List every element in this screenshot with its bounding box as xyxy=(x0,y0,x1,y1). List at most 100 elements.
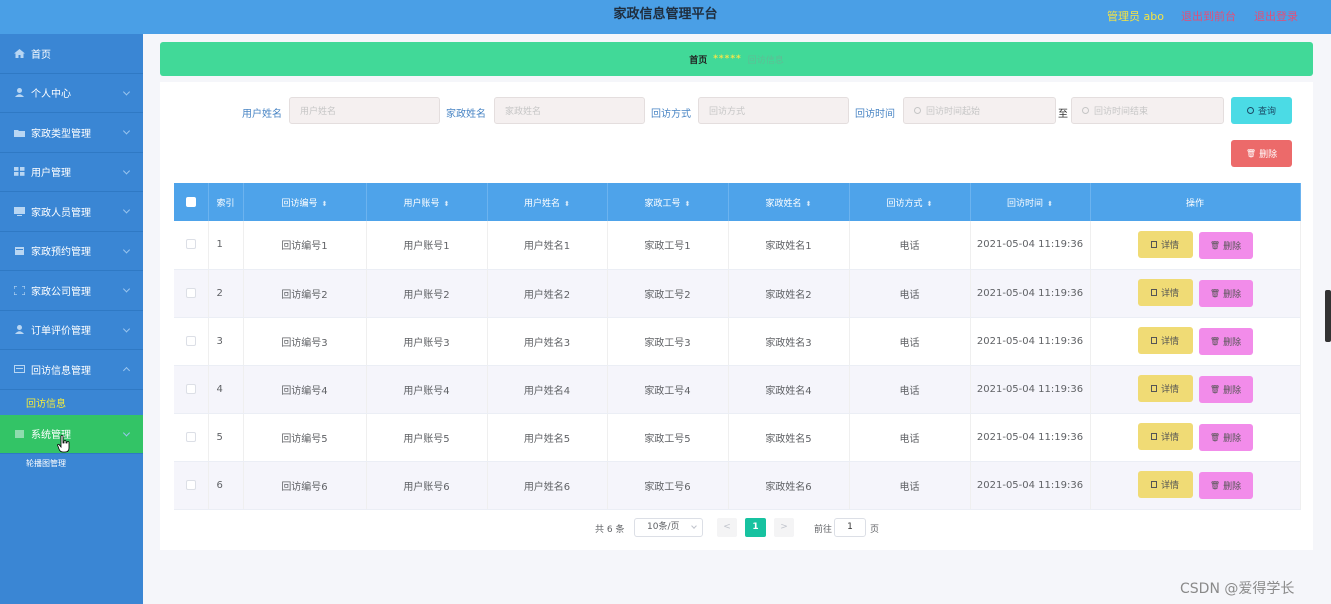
sort-icon[interactable]: ⬍ xyxy=(685,200,691,208)
trash-icon: 🗑 xyxy=(1209,289,1221,298)
delete-label: 删除 xyxy=(1223,241,1242,252)
prev-page-button[interactable]: < xyxy=(717,518,737,537)
delete-button[interactable]: 🗑 删除 xyxy=(1198,424,1253,451)
delete-button[interactable]: 🗑 删除 xyxy=(1198,231,1253,259)
delete-button[interactable]: 🗑 删除 xyxy=(1198,328,1253,355)
batch-delete-button[interactable]: 🗑 删除 xyxy=(1231,140,1292,167)
col-user-account[interactable]: 用户账号 ⬍ xyxy=(366,183,488,221)
cell-user-account: 用户账号3 xyxy=(366,317,488,366)
visit-table: 索引 回访编号 ⬍ 用户账号 ⬍ 用户姓名 ⬍ 家政工号 ⬍ 家政姓名 ⬍ 回访方式 ⬍ 回… xyxy=(174,183,1301,510)
sidebar-item-users[interactable]: 用户管理 xyxy=(0,153,143,192)
method-input[interactable]: 回访方式 xyxy=(698,97,849,124)
row-select-cell[interactable] xyxy=(174,413,209,462)
page-number-current[interactable]: 1 xyxy=(745,518,766,537)
sidebar-item-label: 个人中心 xyxy=(31,89,71,101)
row-checkbox[interactable] xyxy=(185,479,196,490)
detail-button[interactable]: 详情 xyxy=(1137,375,1193,402)
sidebar-subitem-carousel[interactable]: 轮播图管理 xyxy=(0,454,143,468)
row-checkbox[interactable] xyxy=(185,287,196,298)
select-all-checkbox[interactable] xyxy=(185,196,196,207)
back-to-front-link[interactable]: 退出到前台 xyxy=(1181,8,1236,24)
cell-time: 2021-05-04 11:19:36 xyxy=(970,317,1091,366)
delete-button[interactable]: 🗑 删除 xyxy=(1198,472,1253,499)
row-select-cell[interactable] xyxy=(174,461,209,510)
col-time[interactable]: 回访时间 ⬍ xyxy=(970,183,1091,221)
chevron-down-icon xyxy=(122,325,131,333)
cell-time: 2021-05-04 11:19:36 xyxy=(970,365,1091,414)
detail-button[interactable]: 详情 xyxy=(1137,279,1193,306)
sidebar-item-visit-info[interactable]: 回访信息管理 xyxy=(0,350,143,390)
sort-icon[interactable]: ⬍ xyxy=(444,200,450,208)
sidebar-item-jz-booking[interactable]: 家政预约管理 xyxy=(0,232,143,271)
col-method[interactable]: 回访方式 ⬍ xyxy=(849,183,971,221)
detail-button[interactable]: 详情 xyxy=(1137,423,1193,450)
sidebar-item-jz-staff[interactable]: 家政人员管理 xyxy=(0,192,143,232)
sidebar-item-jz-type[interactable]: 家政类型管理 xyxy=(0,113,143,153)
cell-user-account: 用户账号2 xyxy=(366,269,488,318)
search-button-label: 查询 xyxy=(1257,107,1276,117)
page-unit-label: 页 xyxy=(870,525,880,535)
col-jz-no[interactable]: 家政工号 ⬍ xyxy=(607,183,729,221)
cell-user-account: 用户账号5 xyxy=(366,413,488,462)
breadcrumb-home[interactable]: 首页 xyxy=(689,53,707,66)
delete-button[interactable]: 🗑 删除 xyxy=(1198,280,1253,307)
col-jz-name[interactable]: 家政姓名 ⬍ xyxy=(728,183,850,221)
row-select-cell[interactable] xyxy=(174,317,209,366)
time-end-input[interactable]: 回访时间结束 xyxy=(1071,97,1224,124)
delete-label: 删除 xyxy=(1223,290,1242,300)
row-checkbox[interactable] xyxy=(185,239,196,250)
sort-icon[interactable]: ⬍ xyxy=(1047,200,1053,208)
sidebar-item-system[interactable]: 系统管理 xyxy=(0,414,143,454)
sort-icon[interactable]: ⬍ xyxy=(927,200,933,208)
table-row: 1 回访编号1 用户账号1 用户姓名1 家政工号1 家政姓名1 电话 2021-… xyxy=(174,221,1301,270)
sidebar-item-home[interactable]: 首页 xyxy=(0,34,143,74)
detail-button[interactable]: 详情 xyxy=(1137,471,1193,498)
calendar-icon xyxy=(15,247,24,256)
page-size-select[interactable]: 10条/页 xyxy=(634,518,703,537)
delete-button[interactable]: 🗑 删除 xyxy=(1198,376,1253,403)
row-select-cell[interactable] xyxy=(174,221,209,270)
row-checkbox[interactable] xyxy=(185,335,196,346)
cell-jz-no: 家政工号4 xyxy=(607,365,729,414)
sort-icon[interactable]: ⬍ xyxy=(806,200,812,208)
document-icon xyxy=(1150,433,1157,440)
trash-icon: 🗑 xyxy=(1209,481,1221,490)
jz-name-input[interactable]: 家政姓名 xyxy=(494,97,645,124)
sidebar-item-jz-company[interactable]: 家政公司管理 xyxy=(0,271,143,311)
chevron-down-icon xyxy=(122,88,131,96)
breadcrumb-current: 回访信息 xyxy=(747,55,784,66)
time-start-placeholder: 回访时间起始 xyxy=(926,107,981,117)
admin-label: 管理员 abo xyxy=(1107,10,1164,23)
row-checkbox[interactable] xyxy=(185,431,196,442)
detail-button[interactable]: 详情 xyxy=(1137,230,1193,258)
row-checkbox[interactable] xyxy=(185,383,196,394)
sidebar-item-profile[interactable]: 个人中心 xyxy=(0,74,143,113)
sidebar-subitem-visit-info[interactable]: 回访信息 xyxy=(0,390,143,415)
search-button[interactable]: 查询 xyxy=(1231,97,1292,124)
col-user-name[interactable]: 用户姓名 ⬍ xyxy=(487,183,608,221)
document-icon xyxy=(1150,240,1157,248)
scrollbar[interactable] xyxy=(1325,290,1331,342)
next-page-button[interactable]: > xyxy=(774,518,794,537)
col-index: 索引 xyxy=(208,183,244,221)
sidebar-item-order-review[interactable]: 订单评价管理 xyxy=(0,311,143,350)
row-select-cell[interactable] xyxy=(174,269,209,318)
clock-icon xyxy=(1082,107,1089,114)
sort-icon[interactable]: ⬍ xyxy=(564,200,570,208)
logout-link[interactable]: 退出登录 xyxy=(1254,8,1298,24)
user-icon xyxy=(15,88,24,98)
cell-user-name: 用户姓名3 xyxy=(487,317,608,366)
message-icon xyxy=(14,364,25,373)
user-name-input[interactable]: 用户姓名 xyxy=(289,97,440,124)
select-all-cell[interactable] xyxy=(174,183,209,221)
cell-actions: 详情 🗑 删除 xyxy=(1090,269,1301,318)
document-icon xyxy=(1150,289,1157,296)
row-select-cell[interactable] xyxy=(174,365,209,414)
sort-icon[interactable]: ⬍ xyxy=(322,200,328,208)
detail-button[interactable]: 详情 xyxy=(1137,327,1193,354)
col-label: 回访时间 xyxy=(1007,198,1044,209)
col-visit-no[interactable]: 回访编号 ⬍ xyxy=(243,183,367,221)
cell-user-name: 用户姓名1 xyxy=(487,221,608,270)
goto-page-input[interactable]: 1 xyxy=(834,518,866,537)
time-start-input[interactable]: 回访时间起始 xyxy=(903,97,1056,124)
